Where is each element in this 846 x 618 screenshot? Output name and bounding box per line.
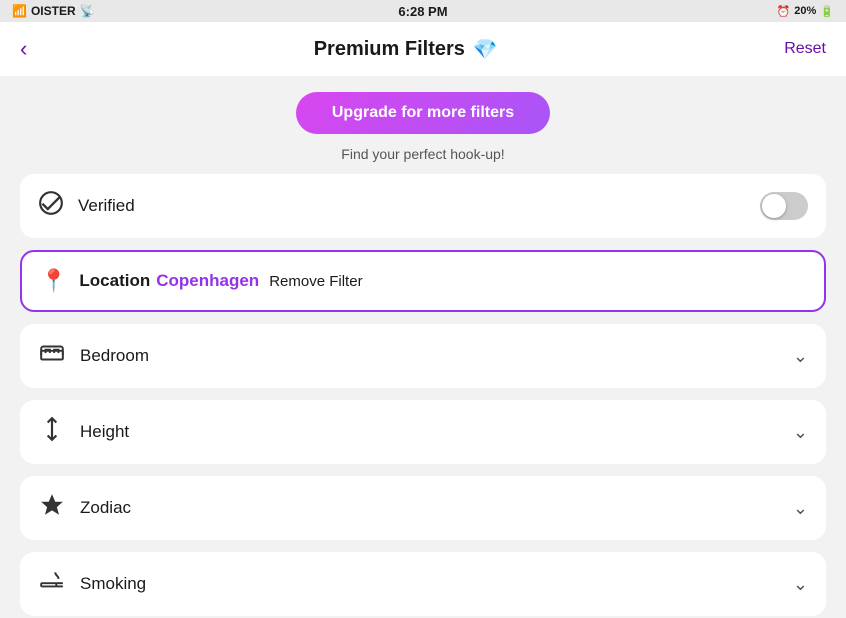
verified-label: Verified: [78, 196, 135, 216]
bedroom-label: Bedroom: [80, 346, 149, 366]
header-title-area: Premium Filters 💎: [314, 37, 498, 62]
smoking-label: Smoking: [80, 574, 146, 594]
zodiac-label: Zodiac: [80, 498, 131, 518]
battery-icon: 🔋: [820, 5, 834, 18]
premium-diamond-icon: 💎: [473, 37, 498, 62]
smoking-icon: [38, 568, 66, 600]
height-filter-card[interactable]: Height ⌄: [20, 400, 826, 464]
tagline-text: Find your perfect hook-up!: [341, 146, 504, 162]
header: ‹ Premium Filters 💎 Reset: [0, 22, 846, 76]
bedroom-left: Bedroom: [38, 340, 149, 372]
zodiac-chevron-icon: ⌄: [793, 498, 808, 519]
alarm-icon: ⏰: [777, 5, 791, 18]
verified-left: Verified: [38, 190, 135, 222]
height-label: Height: [80, 422, 129, 442]
zodiac-icon: [38, 492, 66, 524]
status-left: 📶 OISTER 📡: [12, 4, 95, 18]
bedroom-filter-card[interactable]: Bedroom ⌄: [20, 324, 826, 388]
carrier-label: OISTER: [31, 4, 76, 18]
back-button[interactable]: ‹: [20, 36, 27, 62]
location-city: Copenhagen: [156, 271, 259, 291]
wifi-icon: 📡: [80, 4, 95, 18]
location-pin-icon: 📍: [40, 268, 67, 294]
phone-content: ‹ Premium Filters 💎 Reset Upgrade for mo…: [0, 22, 846, 618]
battery-label: 20%: [794, 5, 816, 17]
location-text-area: Location Copenhagen Remove Filter: [79, 271, 362, 291]
verified-toggle[interactable]: [760, 192, 808, 220]
verified-icon: [38, 190, 64, 222]
scroll-area: Upgrade for more filters Find your perfe…: [0, 76, 846, 618]
page-title: Premium Filters: [314, 38, 465, 61]
toggle-knob: [762, 194, 786, 218]
bedroom-icon: [38, 340, 66, 372]
location-filter-card[interactable]: 📍 Location Copenhagen Remove Filter: [20, 250, 826, 312]
zodiac-left: Zodiac: [38, 492, 131, 524]
smoking-chevron-icon: ⌄: [793, 574, 808, 595]
height-chevron-icon: ⌄: [793, 422, 808, 443]
remove-filter-label[interactable]: Remove Filter: [269, 273, 362, 290]
height-left: Height: [38, 416, 129, 448]
upgrade-button[interactable]: Upgrade for more filters: [296, 92, 550, 134]
verified-filter-card: Verified: [20, 174, 826, 238]
height-icon: [38, 416, 66, 448]
location-label: Location: [79, 271, 150, 291]
signal-icon: 📶: [12, 4, 27, 18]
status-right: ⏰ 20% 🔋: [777, 5, 834, 18]
status-bar: 📶 OISTER 📡 6:28 PM ⏰ 20% 🔋: [0, 0, 846, 22]
bedroom-chevron-icon: ⌄: [793, 346, 808, 367]
reset-button[interactable]: Reset: [784, 40, 826, 58]
smoking-filter-card[interactable]: Smoking ⌄: [20, 552, 826, 616]
time-label: 6:28 PM: [398, 4, 447, 19]
smoking-left: Smoking: [38, 568, 146, 600]
zodiac-filter-card[interactable]: Zodiac ⌄: [20, 476, 826, 540]
